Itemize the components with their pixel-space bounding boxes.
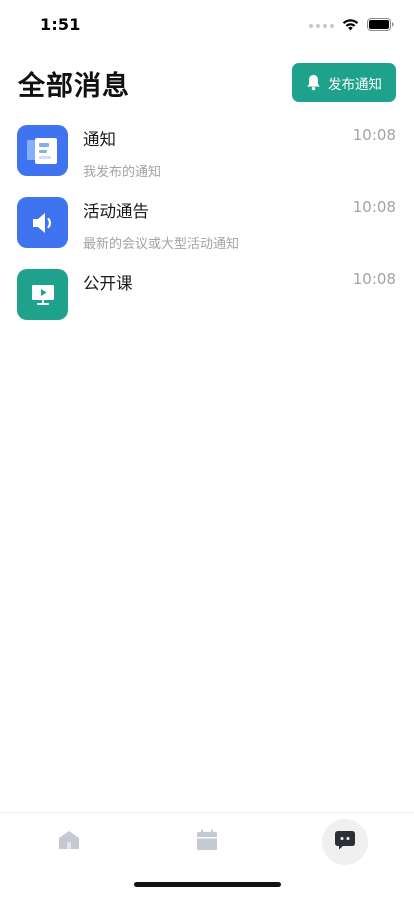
chat-icon: [334, 830, 356, 854]
publish-button-label: 发布通知: [328, 76, 382, 93]
home-indicator: [134, 882, 281, 887]
video-screen-icon: [17, 269, 68, 320]
status-time: 1:51: [40, 15, 81, 34]
tab-messages[interactable]: [322, 819, 368, 865]
list-item-title: 通知: [83, 130, 116, 149]
speaker-icon: [17, 197, 68, 248]
tab-home[interactable]: [46, 819, 92, 865]
page-title: 全部消息: [18, 71, 130, 102]
list-item-preview: 我发布的通知: [83, 165, 162, 180]
status-bar: 1:51: [0, 0, 414, 50]
list-item-preview: 最新的会议或大型活动通知: [83, 237, 240, 252]
status-icons: [309, 16, 394, 35]
document-icon: [17, 125, 68, 176]
list-item-title: 活动通告: [83, 202, 149, 221]
battery-icon: [367, 16, 394, 35]
cellular-signal-icon: [309, 23, 334, 28]
list-item-time: 10:08: [352, 126, 396, 144]
calendar-icon: [196, 829, 218, 855]
list-item-title: 公开课: [83, 274, 133, 293]
list-item-activity[interactable]: 活动通告 最新的会议或大型活动通知 10:08: [0, 190, 414, 262]
publish-notice-button[interactable]: 发布通知: [292, 63, 396, 102]
home-icon: [58, 830, 80, 854]
list-item-open-course[interactable]: 公开课 10:08: [0, 262, 414, 334]
tab-calendar[interactable]: [184, 819, 230, 865]
list-item-notice[interactable]: 通知 我发布的通知 10:08: [0, 118, 414, 190]
list-item-time: 10:08: [352, 198, 396, 216]
message-list: 通知 我发布的通知 10:08 活动通告 最新的会议或大型活动通知 10:08 …: [0, 118, 414, 334]
list-item-time: 10:08: [352, 270, 396, 288]
wifi-icon: [342, 16, 359, 35]
bell-icon: [306, 74, 321, 91]
